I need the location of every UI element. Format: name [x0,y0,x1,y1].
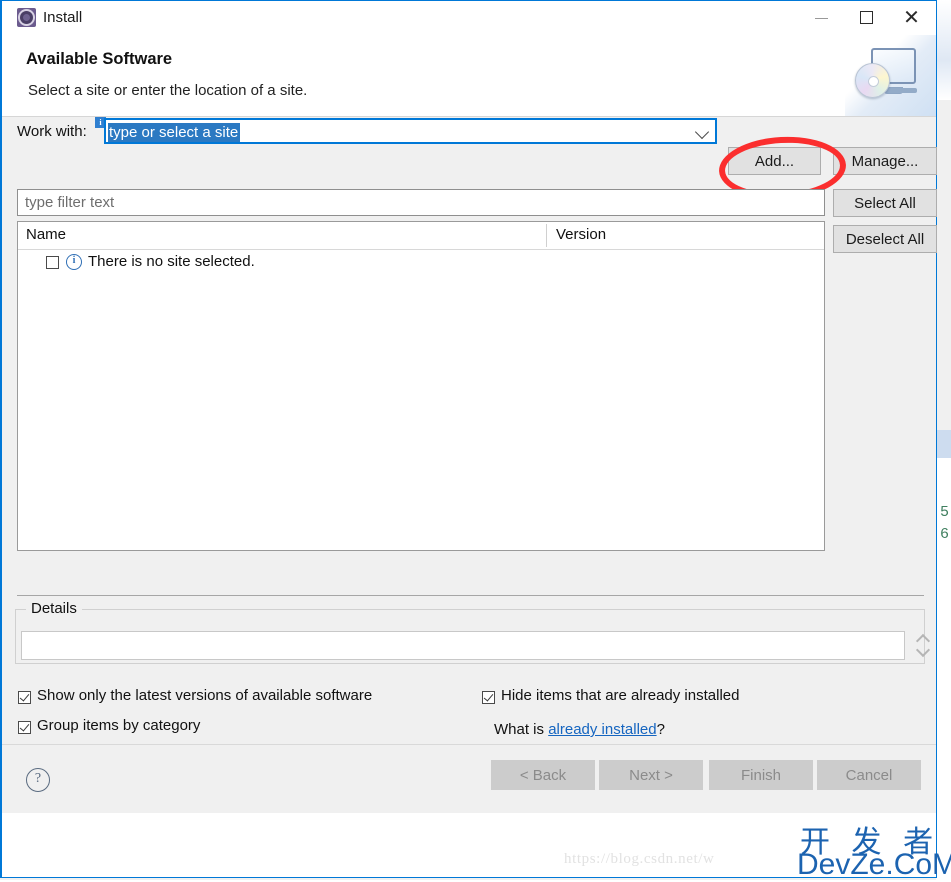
back-button[interactable]: < Back [491,760,595,790]
manage-button[interactable]: Manage... [833,147,937,175]
column-divider[interactable] [546,224,547,247]
monitor-cd-icon [845,35,936,116]
details-field[interactable] [21,631,905,660]
chevron-down-icon[interactable] [916,643,930,657]
column-header-name[interactable]: Name [26,226,66,243]
background-toolbar-strip [936,100,951,430]
title-bar: Install ✕ [2,1,936,35]
checkbox-label: Group items by category [37,717,200,734]
install-dialog: Install ✕ Available Software Select a si… [0,0,937,878]
page-subtitle: Select a site or enter the location of a… [28,82,307,99]
row-label: There is no site selected. [88,253,255,270]
table-row[interactable]: i There is no site selected. [18,250,824,274]
install-gear-icon [17,8,36,27]
cancel-button[interactable]: Cancel [817,760,921,790]
checkbox-label: Show only the latest versions of availab… [37,687,372,704]
background-tab-strip [936,430,951,458]
filter-placeholder: type filter text [25,194,114,211]
checkbox-icon [18,721,31,734]
info-icon: i [66,254,82,270]
cd-icon [855,63,890,98]
work-with-label: Work with: [17,123,87,140]
dialog-body: Work with: i type or select a site Add..… [2,117,936,813]
add-button[interactable]: Add... [728,147,821,175]
close-button[interactable]: ✕ [889,1,934,33]
what-is-prefix: What is [494,721,548,738]
chevron-down-icon[interactable] [695,125,709,139]
column-header-version[interactable]: Version [556,226,606,243]
minimize-button[interactable] [799,1,844,33]
what-is-installed-text: What is already installed? [494,721,665,738]
minimize-icon [815,18,828,19]
checkbox-label: Hide items that are already installed [501,687,739,704]
background-line-number: 5 [940,504,949,521]
page-title: Available Software [26,50,172,69]
dialog-button-bar: ? < Back Next > Finish Cancel [2,744,936,813]
what-is-suffix: ? [657,721,665,738]
maximize-icon [860,11,873,24]
table-header: Name Version [18,222,824,250]
section-divider [17,595,924,596]
window-title: Install [43,8,82,28]
maximize-button[interactable] [844,1,889,33]
already-installed-link[interactable]: already installed [548,721,656,738]
finish-button[interactable]: Finish [709,760,813,790]
filter-input[interactable]: type filter text [17,189,825,216]
next-button[interactable]: Next > [599,760,703,790]
help-icon[interactable]: ? [26,768,50,792]
work-with-combo[interactable]: type or select a site [104,118,717,144]
details-legend: Details [26,600,82,617]
close-icon: ✕ [903,7,920,27]
background-top-strip [936,0,951,100]
checkbox-icon [482,691,495,704]
details-spinner[interactable] [916,633,930,659]
work-with-value: type or select a site [108,123,240,142]
checkbox-icon [18,691,31,704]
background-line-number: 6 [940,526,949,543]
background-bottom-strip [936,760,951,880]
wizard-banner: Available Software Select a site or ente… [2,35,936,117]
select-all-button[interactable]: Select All [833,189,937,217]
deselect-all-button[interactable]: Deselect All [833,225,937,253]
available-software-table[interactable]: Name Version i There is no site selected… [17,221,825,551]
row-checkbox[interactable] [46,256,59,269]
